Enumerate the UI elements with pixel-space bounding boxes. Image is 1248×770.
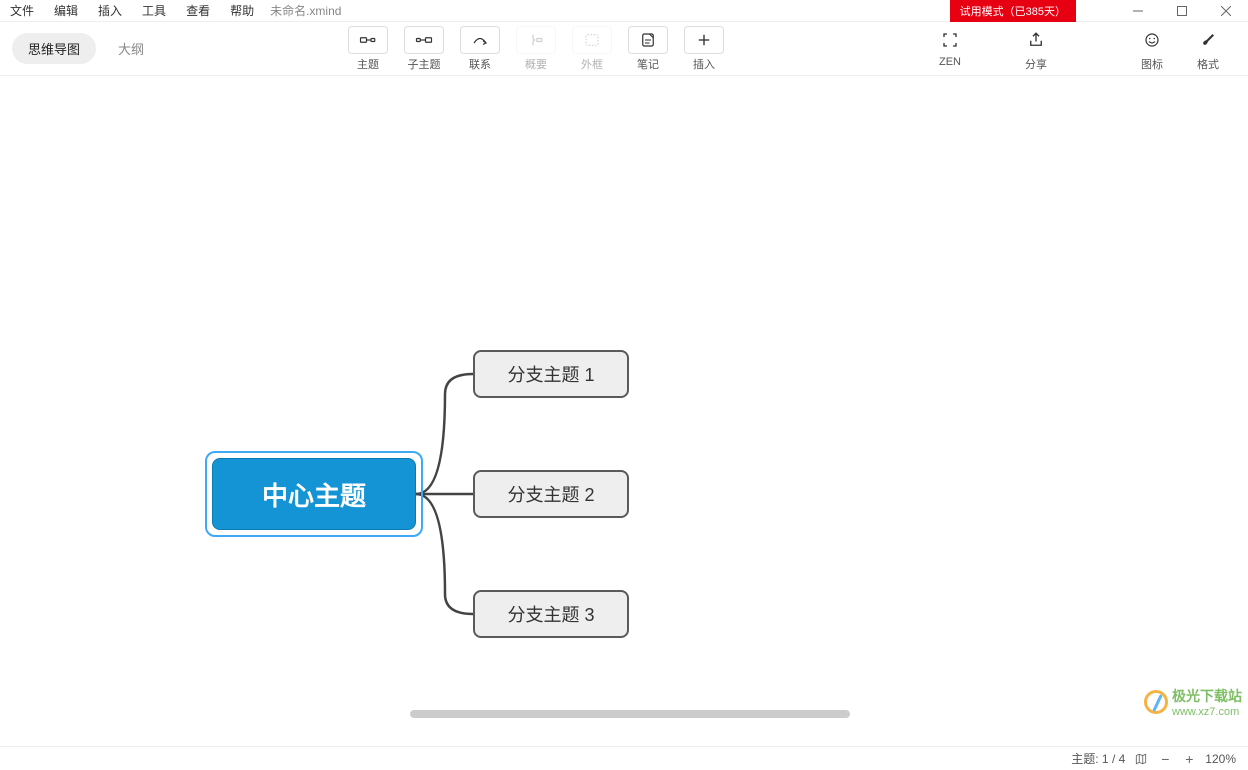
plus-icon bbox=[684, 26, 724, 54]
tool-insert[interactable]: 插入 bbox=[676, 26, 732, 72]
watermark: 极光下载站 www.xz7.com bbox=[1144, 686, 1242, 718]
branch-topic-3[interactable]: 分支主题 3 bbox=[473, 590, 629, 638]
tab-outline[interactable]: 大纲 bbox=[102, 33, 160, 64]
relation-icon bbox=[460, 26, 500, 54]
horizontal-scrollbar[interactable] bbox=[10, 710, 1234, 720]
brush-icon bbox=[1188, 26, 1228, 54]
menu-file[interactable]: 文件 bbox=[0, 0, 44, 21]
menu-tools[interactable]: 工具 bbox=[132, 0, 176, 21]
tool-zen[interactable]: ZEN bbox=[922, 26, 978, 72]
tool-subtopic[interactable]: 子主题 bbox=[396, 26, 452, 72]
trial-badge: 试用模式（已385天） bbox=[950, 0, 1076, 22]
statusbar: 主题: 1 / 4 − + 120% bbox=[0, 746, 1248, 770]
topic-count: 主题: 1 / 4 bbox=[1071, 750, 1125, 767]
toolbar: 思维导图 大纲 主题 子主题 联系 概要 外框 笔记 插入 bbox=[0, 22, 1248, 76]
titlebar: 文件 编辑 插入 工具 查看 帮助 未命名.xmind 试用模式（已385天） bbox=[0, 0, 1248, 22]
tool-share[interactable]: 分享 bbox=[1008, 26, 1064, 72]
zen-icon bbox=[930, 26, 970, 54]
zoom-level[interactable]: 120% bbox=[1205, 752, 1236, 766]
close-button[interactable] bbox=[1204, 0, 1248, 22]
subtopic-icon bbox=[404, 26, 444, 54]
central-topic[interactable]: 中心主题 bbox=[212, 458, 416, 530]
tool-boundary[interactable]: 外框 bbox=[564, 26, 620, 72]
branch-topic-2[interactable]: 分支主题 2 bbox=[473, 470, 629, 518]
main-menu: 文件 编辑 插入 工具 查看 帮助 bbox=[0, 0, 264, 21]
menu-help[interactable]: 帮助 bbox=[220, 0, 264, 21]
menu-view[interactable]: 查看 bbox=[176, 0, 220, 21]
note-icon bbox=[628, 26, 668, 54]
menu-edit[interactable]: 编辑 bbox=[44, 0, 88, 21]
tool-summary[interactable]: 概要 bbox=[508, 26, 564, 72]
share-icon bbox=[1016, 26, 1056, 54]
tab-mindmap[interactable]: 思维导图 bbox=[12, 33, 96, 64]
zoom-out-button[interactable]: − bbox=[1157, 751, 1173, 767]
summary-icon bbox=[516, 26, 556, 54]
maximize-button[interactable] bbox=[1160, 0, 1204, 22]
globe-icon bbox=[1144, 690, 1168, 714]
branch-topic-1[interactable]: 分支主题 1 bbox=[473, 350, 629, 398]
filename-label: 未命名.xmind bbox=[270, 2, 341, 19]
boundary-icon bbox=[572, 26, 612, 54]
tool-icons[interactable]: 图标 bbox=[1124, 26, 1180, 72]
canvas[interactable]: 中心主题 分支主题 1 分支主题 2 分支主题 3 极光下载站 www.xz7.… bbox=[0, 76, 1248, 746]
topic-icon bbox=[348, 26, 388, 54]
smile-icon bbox=[1132, 26, 1172, 54]
map-overview-button[interactable] bbox=[1133, 751, 1149, 767]
minimize-button[interactable] bbox=[1116, 0, 1160, 22]
tool-topic[interactable]: 主题 bbox=[340, 26, 396, 72]
tool-note[interactable]: 笔记 bbox=[620, 26, 676, 72]
zoom-in-button[interactable]: + bbox=[1181, 751, 1197, 767]
tool-relation[interactable]: 联系 bbox=[452, 26, 508, 72]
scroll-thumb[interactable] bbox=[410, 710, 850, 718]
menu-insert[interactable]: 插入 bbox=[88, 0, 132, 21]
tool-format[interactable]: 格式 bbox=[1180, 26, 1236, 72]
connector-lines bbox=[0, 76, 1248, 746]
